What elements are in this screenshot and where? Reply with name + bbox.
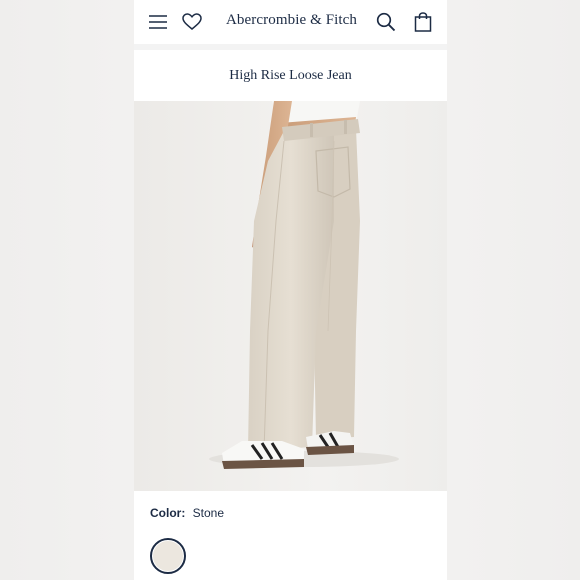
product-title-bar: High Rise Loose Jean	[134, 50, 447, 101]
top-navigation-bar: Abercrombie & Fitch	[134, 0, 447, 44]
search-icon[interactable]	[374, 10, 398, 34]
page-backdrop: Abercrombie & Fitch High Rise Loose Jean	[0, 0, 580, 580]
mobile-viewport: Abercrombie & Fitch High Rise Loose Jean	[134, 0, 447, 580]
color-label: Color:	[150, 506, 186, 520]
shopping-bag-icon[interactable]	[411, 10, 435, 34]
swatch-fill	[153, 541, 183, 571]
color-swatch-stone[interactable]	[150, 538, 186, 574]
product-image[interactable]	[134, 101, 447, 491]
brand-logo[interactable]: Abercrombie & Fitch	[226, 12, 357, 29]
color-selection-label: Color: Stone	[150, 506, 224, 520]
heart-icon[interactable]	[180, 10, 204, 34]
menu-icon[interactable]	[146, 10, 170, 34]
color-value: Stone	[192, 506, 225, 520]
product-title: High Rise Loose Jean	[229, 67, 352, 83]
